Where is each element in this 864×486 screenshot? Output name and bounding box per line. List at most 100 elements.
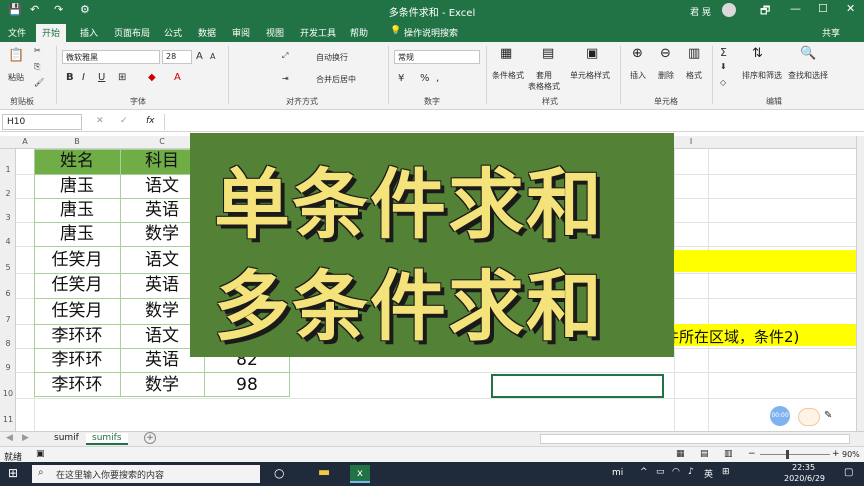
row-header[interactable]: 1 — [0, 165, 16, 174]
table-format-icon[interactable]: ▤ — [542, 46, 554, 61]
insert-cells-button[interactable]: 插入 — [630, 70, 646, 81]
delete-cells-icon[interactable]: ⊖ — [660, 46, 671, 61]
share-button[interactable]: 共享 — [822, 26, 840, 39]
shrink-font-button[interactable]: A — [210, 52, 215, 61]
user-name[interactable]: 君 晃 — [690, 5, 711, 18]
clear-icon[interactable]: ◇ — [720, 78, 726, 87]
table-cell[interactable]: 李环环 — [34, 324, 120, 348]
format-painter-icon[interactable]: 🖌 — [34, 78, 44, 87]
header-cell-name[interactable]: 姓名 — [34, 149, 120, 173]
tab-help[interactable]: 帮助 — [350, 26, 368, 39]
row-header[interactable]: 6 — [0, 289, 16, 298]
percent-button[interactable]: % — [420, 73, 430, 84]
notification-icon[interactable]: ▢ — [844, 467, 853, 478]
format-cells-button[interactable]: 格式 — [686, 70, 702, 81]
pen-icon[interactable]: ✎ — [824, 410, 832, 421]
tab-file[interactable]: 文件 — [8, 26, 26, 39]
recorder-timer[interactable]: 00:00 — [770, 406, 790, 426]
formula-input[interactable] — [164, 114, 854, 130]
border-icon[interactable]: ⊞ — [118, 72, 126, 83]
network-icon[interactable]: ▭ — [656, 467, 665, 477]
zoom-out-icon[interactable]: − — [748, 449, 756, 459]
windows-start-icon[interactable]: ⊞ — [8, 466, 18, 480]
minimize-icon[interactable]: — — [790, 2, 801, 15]
merge-center-button[interactable]: 合并后居中 — [316, 74, 356, 85]
tab-view[interactable]: 视图 — [266, 26, 284, 39]
input-method[interactable]: 英 — [704, 467, 713, 480]
find-select-button[interactable]: 查找和选择 — [788, 70, 828, 81]
volume-icon[interactable]: ♪ — [688, 467, 694, 477]
grow-font-button[interactable]: A — [196, 51, 203, 62]
horizontal-scrollbar[interactable] — [540, 434, 850, 444]
task-view-icon[interactable]: ○ — [274, 466, 284, 480]
cut-icon[interactable]: ✂ — [34, 46, 41, 55]
table-cell[interactable]: 唐玉 — [34, 198, 120, 222]
conditional-format-button[interactable]: 条件格式 — [492, 70, 524, 81]
fx-icon[interactable]: fx — [146, 116, 155, 126]
tab-developer[interactable]: 开发工具 — [300, 26, 336, 39]
table-format-button[interactable]: 套用 表格格式 — [528, 70, 560, 92]
selected-cell[interactable] — [491, 374, 664, 398]
tab-page-layout[interactable]: 页面布局 — [114, 26, 150, 39]
table-cell[interactable]: 李环环 — [34, 348, 120, 372]
macro-record-icon[interactable]: ▣ — [36, 449, 45, 459]
taskbar-search[interactable]: 在这里输入你要搜索的内容 — [32, 465, 260, 483]
tab-formulas[interactable]: 公式 — [164, 26, 182, 39]
normal-view-icon[interactable]: ▦ — [676, 449, 685, 459]
row-header[interactable]: 10 — [0, 389, 16, 398]
row-header[interactable]: 9 — [0, 363, 16, 372]
table-cell[interactable]: 唐玉 — [34, 174, 120, 198]
cancel-icon[interactable]: ✕ — [96, 116, 104, 126]
format-cells-icon[interactable]: ▥ — [688, 46, 700, 61]
close-icon[interactable]: ✕ — [846, 2, 855, 15]
enter-icon[interactable]: ✓ — [120, 116, 128, 126]
table-cell[interactable]: 98 — [204, 373, 290, 397]
row-header[interactable]: 8 — [0, 339, 16, 348]
sheet-tab-sumifs[interactable]: sumifs — [86, 433, 128, 445]
number-format-select[interactable]: 常规 — [394, 50, 480, 64]
autosum-button[interactable]: Σ — [720, 46, 727, 59]
insert-cells-icon[interactable]: ⊕ — [632, 46, 643, 61]
name-box[interactable]: H10 — [2, 114, 82, 130]
orientation-icon[interactable]: ⤢ — [282, 51, 288, 61]
tab-data[interactable]: 数据 — [198, 26, 216, 39]
row-header[interactable]: 5 — [0, 263, 16, 272]
file-explorer-icon[interactable]: ▬ — [318, 465, 330, 480]
bold-button[interactable]: B — [66, 72, 74, 83]
delete-cells-button[interactable]: 删除 — [658, 70, 674, 81]
sort-filter-icon[interactable]: ⇅ — [752, 46, 763, 61]
row-header[interactable]: 7 — [0, 315, 16, 324]
clock-date[interactable]: 2020/6/29 — [784, 474, 825, 483]
find-select-icon[interactable]: 🔍 — [800, 46, 816, 61]
next-sheet-icon[interactable]: ▶ — [22, 433, 29, 443]
page-layout-view-icon[interactable]: ▤ — [700, 449, 709, 459]
tell-me-search[interactable]: 操作说明搜索 — [404, 26, 458, 39]
row-header[interactable]: 4 — [0, 237, 16, 246]
cell-style-button[interactable]: 单元格样式 — [570, 70, 610, 81]
column-header-b[interactable]: B — [34, 137, 120, 146]
indent-icon[interactable]: ⇥ — [282, 74, 289, 83]
row-header[interactable]: 11 — [0, 415, 16, 424]
paste-button[interactable]: 粘贴 — [8, 72, 24, 83]
zoom-level[interactable]: 90% — [842, 450, 860, 459]
prev-sheet-icon[interactable]: ◀ — [6, 433, 13, 443]
zoom-slider[interactable] — [760, 454, 830, 455]
font-name-select[interactable]: 微软雅黑 — [62, 50, 160, 64]
wifi-icon[interactable]: ◠ — [672, 467, 680, 477]
page-break-view-icon[interactable]: ▥ — [724, 449, 733, 459]
row-header[interactable]: 3 — [0, 213, 16, 222]
cell-style-icon[interactable]: ▣ — [586, 46, 598, 61]
clock-time[interactable]: 22:35 — [792, 463, 815, 472]
underline-button[interactable]: U — [98, 72, 105, 83]
fill-icon[interactable]: ⬇ — [720, 62, 727, 71]
table-cell[interactable]: 任笑月 — [34, 273, 120, 297]
avatar[interactable] — [722, 3, 736, 17]
ribbon-display-icon[interactable]: 🗗 — [760, 2, 770, 21]
excel-taskbar-icon[interactable]: x — [350, 465, 370, 483]
vertical-scrollbar[interactable] — [856, 136, 864, 431]
column-header-a[interactable]: A — [16, 137, 34, 146]
zoom-slider-thumb[interactable] — [786, 450, 789, 459]
row-header[interactable]: 2 — [0, 189, 16, 198]
record-icon[interactable] — [798, 408, 820, 426]
table-cell[interactable]: 李环环 — [34, 373, 120, 397]
